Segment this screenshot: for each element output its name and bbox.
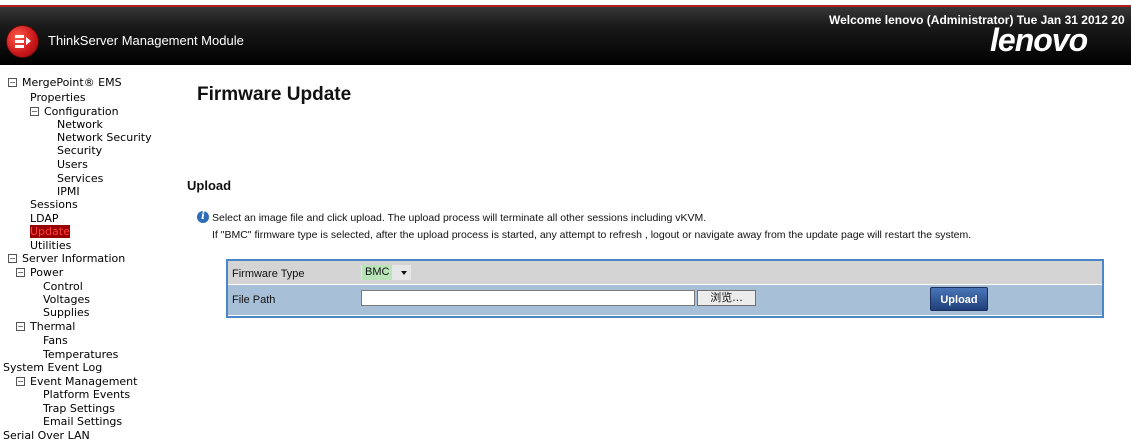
browse-button[interactable]: 浏览... [697,290,756,306]
sidebar-item-mergepoint-ems[interactable]: − MergePoint® EMS [8,76,122,89]
firmware-type-label: Firmware Type [232,268,305,280]
dropdown-arrow-icon [401,271,407,275]
sidebar-item-services[interactable]: Services [57,172,103,185]
server-glyph-icon [15,35,31,48]
sidebar-item-power[interactable]: − Power [16,266,63,279]
sidebar-item-sessions[interactable]: Sessions [30,198,78,211]
sidebar-item-network[interactable]: Network [57,118,103,131]
upload-button[interactable]: Upload [930,287,988,311]
sidebar-item-control[interactable]: Control [43,280,83,293]
page-title: Firmware Update [197,84,352,105]
sidebar-item-update[interactable]: Update [30,225,70,238]
sidebar-item-fans[interactable]: Fans [43,334,68,347]
info-icon: i [197,211,209,223]
sidebar-item-users[interactable]: Users [57,158,88,171]
collapse-icon[interactable]: − [16,377,25,386]
sidebar-item-network-security[interactable]: Network Security [57,131,152,144]
firmware-type-row [228,261,1102,284]
collapse-icon[interactable]: − [30,107,39,116]
sidebar-item-utilities[interactable]: Utilities [30,239,71,252]
sidebar-item-system-event-log[interactable]: System Event Log [3,361,102,374]
file-path-input[interactable] [361,290,695,306]
info-text-line-2: If "BMC" firmware type is selected, afte… [212,229,972,241]
app-logo-icon [6,25,39,58]
header-accent-line [0,5,1131,7]
sidebar-item-ldap[interactable]: LDAP [30,212,59,225]
sidebar-item-properties[interactable]: Properties [30,91,86,104]
sidebar-item-configuration[interactable]: − Configuration [30,105,119,118]
upload-form: Firmware Type BMC File Path 浏览... Upload [226,259,1104,318]
info-text-line-1: Select an image file and click upload. T… [212,212,707,224]
sidebar-item-platform-events[interactable]: Platform Events [43,388,130,401]
sidebar-item-server-information[interactable]: − Server Information [8,252,125,265]
section-title: Upload [187,178,232,193]
sidebar-item-voltages[interactable]: Voltages [43,293,90,306]
file-path-label: File Path [232,294,276,306]
sidebar-item-security[interactable]: Security [57,144,102,157]
sidebar-item-ipmi[interactable]: IPMI [57,185,80,198]
sidebar-item-serial-over-lan[interactable]: Serial Over LAN [3,429,90,442]
brand-logo: lenovo [990,22,1088,58]
app-title: ThinkServer Management Module [48,33,244,48]
firmware-type-value: BMC [362,265,393,280]
sidebar-item-supplies[interactable]: Supplies [43,306,90,319]
sidebar-item-trap-settings[interactable]: Trap Settings [43,402,115,415]
collapse-icon[interactable]: − [8,78,17,87]
sidebar-item-email-settings[interactable]: Email Settings [43,415,122,428]
sidebar-item-thermal[interactable]: − Thermal [16,320,75,333]
sidebar-item-temperatures[interactable]: Temperatures [43,348,118,361]
sidebar-item-event-management[interactable]: − Event Management [16,375,137,388]
firmware-type-select[interactable]: BMC [361,265,411,280]
collapse-icon[interactable]: − [16,268,25,277]
collapse-icon[interactable]: − [8,254,17,263]
collapse-icon[interactable]: − [16,322,25,331]
